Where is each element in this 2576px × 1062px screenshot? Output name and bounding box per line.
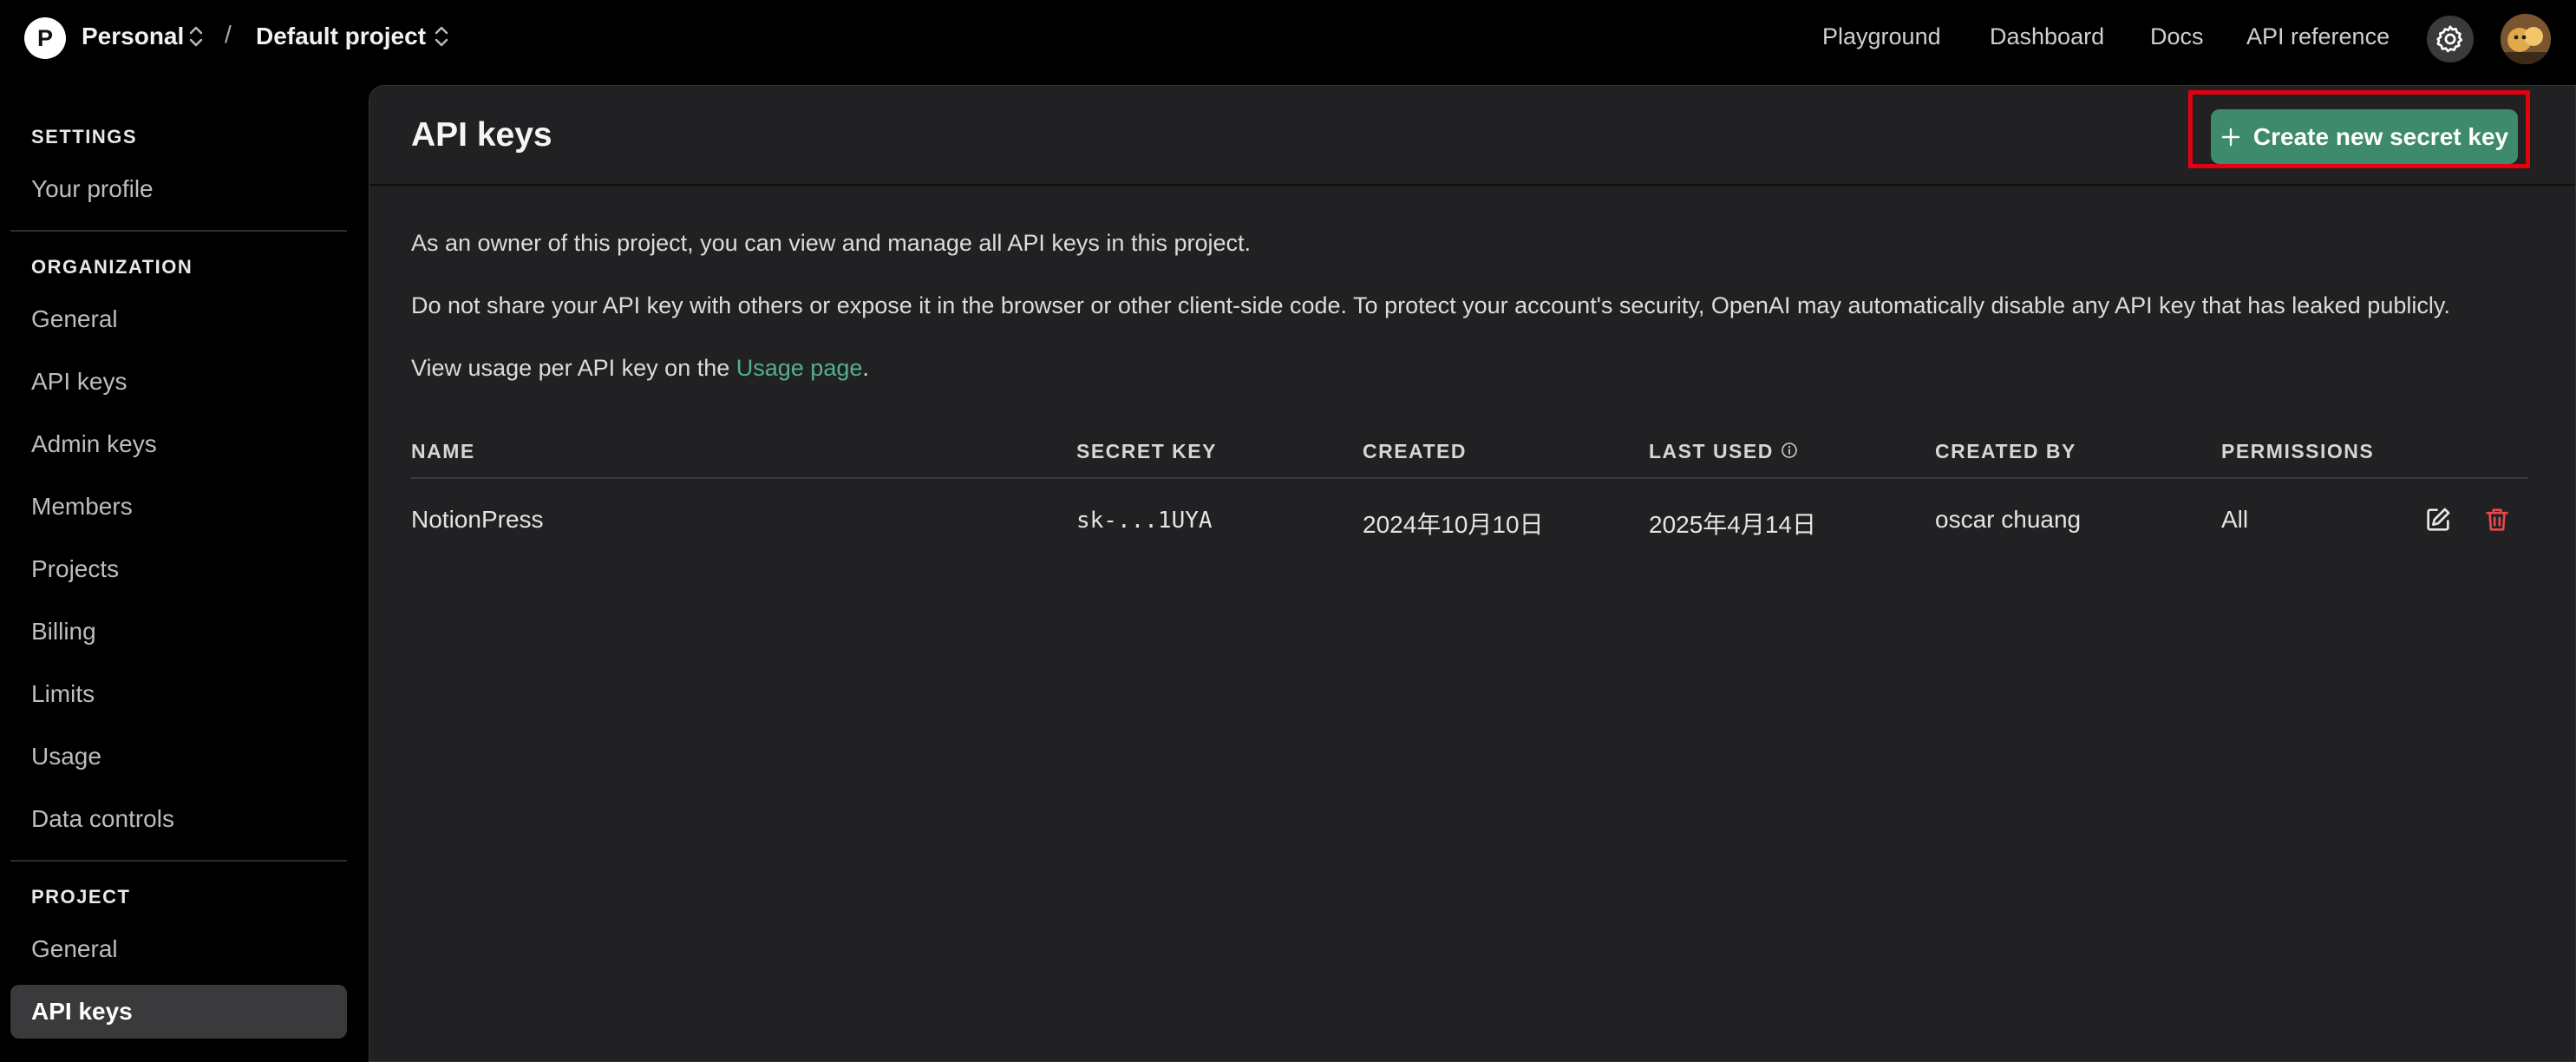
column-header-created-by: CREATED BY	[1935, 440, 2076, 462]
chevron-updown-icon[interactable]	[431, 24, 452, 53]
column-header-created: CREATED	[1363, 440, 1467, 462]
usage-prefix: View usage per API key on the	[411, 355, 736, 381]
gear-icon	[2436, 25, 2463, 53]
sidebar-item-project-general[interactable]: General	[10, 922, 347, 976]
plus-icon	[2221, 128, 2240, 146]
sidebar-item-projects[interactable]: Projects	[10, 542, 347, 596]
delete-key-button[interactable]	[2480, 502, 2514, 537]
nav-docs-link[interactable]: Docs	[2150, 23, 2204, 50]
main-panel: API keys Create new secret key As an own…	[369, 85, 2576, 1062]
permissions-value: All	[2221, 506, 2249, 533]
org-avatar[interactable]: P	[24, 17, 66, 59]
security-warning: Do not share your API key with others or…	[411, 292, 2450, 318]
usage-page-link[interactable]: Usage page	[736, 355, 863, 381]
project-switcher[interactable]: Default project	[256, 23, 426, 50]
secret-key-value: sk-...1UYA	[1076, 508, 1213, 534]
top-bar: P Personal / Default project Playground …	[0, 0, 2576, 78]
sidebar-divider	[10, 230, 347, 232]
usage-description: View usage per API key on the Usage page…	[411, 355, 869, 382]
breadcrumb-separator: /	[225, 21, 232, 48]
sidebar-item-org-api-keys[interactable]: API keys	[10, 355, 347, 409]
sidebar-item-limits[interactable]: Limits	[10, 667, 347, 721]
nav-dashboard-link[interactable]: Dashboard	[1990, 23, 2104, 50]
sidebar-item-members[interactable]: Members	[10, 480, 347, 534]
column-header-last-used: LAST USED	[1649, 440, 1798, 464]
table-header-divider	[411, 477, 2528, 479]
create-new-secret-key-button[interactable]: Create new secret key	[2211, 109, 2518, 164]
user-avatar[interactable]	[2501, 14, 2551, 64]
sidebar-heading-organization: ORGANIZATION	[31, 256, 193, 278]
last-used-date: 2025年4月14日	[1649, 511, 1817, 538]
owner-description: As an owner of this project, you can vie…	[411, 230, 1252, 256]
sidebar-divider	[10, 860, 347, 862]
created-by: oscar chuang	[1935, 506, 2082, 533]
sidebar-heading-project: PROJECT	[31, 886, 131, 908]
sidebar-item-billing[interactable]: Billing	[10, 605, 347, 659]
usage-suffix: .	[862, 355, 869, 381]
column-header-secret-key: SECRET KEY	[1076, 440, 1217, 462]
sidebar-item-admin-keys[interactable]: Admin keys	[10, 417, 347, 471]
nav-api-reference-link[interactable]: API reference	[2246, 23, 2390, 50]
column-header-last-used-label: LAST USED	[1649, 440, 1774, 462]
settings-button[interactable]	[2427, 16, 2474, 62]
org-switcher[interactable]: Personal	[82, 23, 184, 50]
trash-icon	[2486, 508, 2508, 531]
sidebar-item-data-controls[interactable]: Data controls	[10, 792, 347, 846]
sidebar: SETTINGS Your profile ORGANIZATION Gener…	[0, 78, 364, 1062]
info-icon[interactable]	[1781, 441, 1798, 464]
sidebar-item-usage[interactable]: Usage	[10, 730, 347, 783]
created-date: 2024年10月10日	[1363, 511, 1544, 538]
create-button-label: Create new secret key	[2252, 122, 2509, 150]
page-title: API keys	[411, 116, 552, 154]
edit-key-button[interactable]	[2421, 502, 2455, 537]
sidebar-item-org-general[interactable]: General	[10, 292, 347, 346]
title-divider	[369, 184, 2575, 186]
column-header-name: NAME	[411, 440, 475, 462]
sidebar-heading-settings: SETTINGS	[31, 126, 138, 148]
column-header-permissions: PERMISSIONS	[2221, 440, 2375, 462]
sidebar-item-your-profile[interactable]: Your profile	[10, 162, 347, 216]
edit-icon	[2427, 508, 2450, 531]
key-name: NotionPress	[411, 506, 544, 533]
chevron-updown-icon[interactable]	[186, 24, 206, 53]
nav-playground-link[interactable]: Playground	[1822, 23, 1941, 50]
sidebar-item-project-api-keys[interactable]: API keys	[10, 985, 347, 1039]
